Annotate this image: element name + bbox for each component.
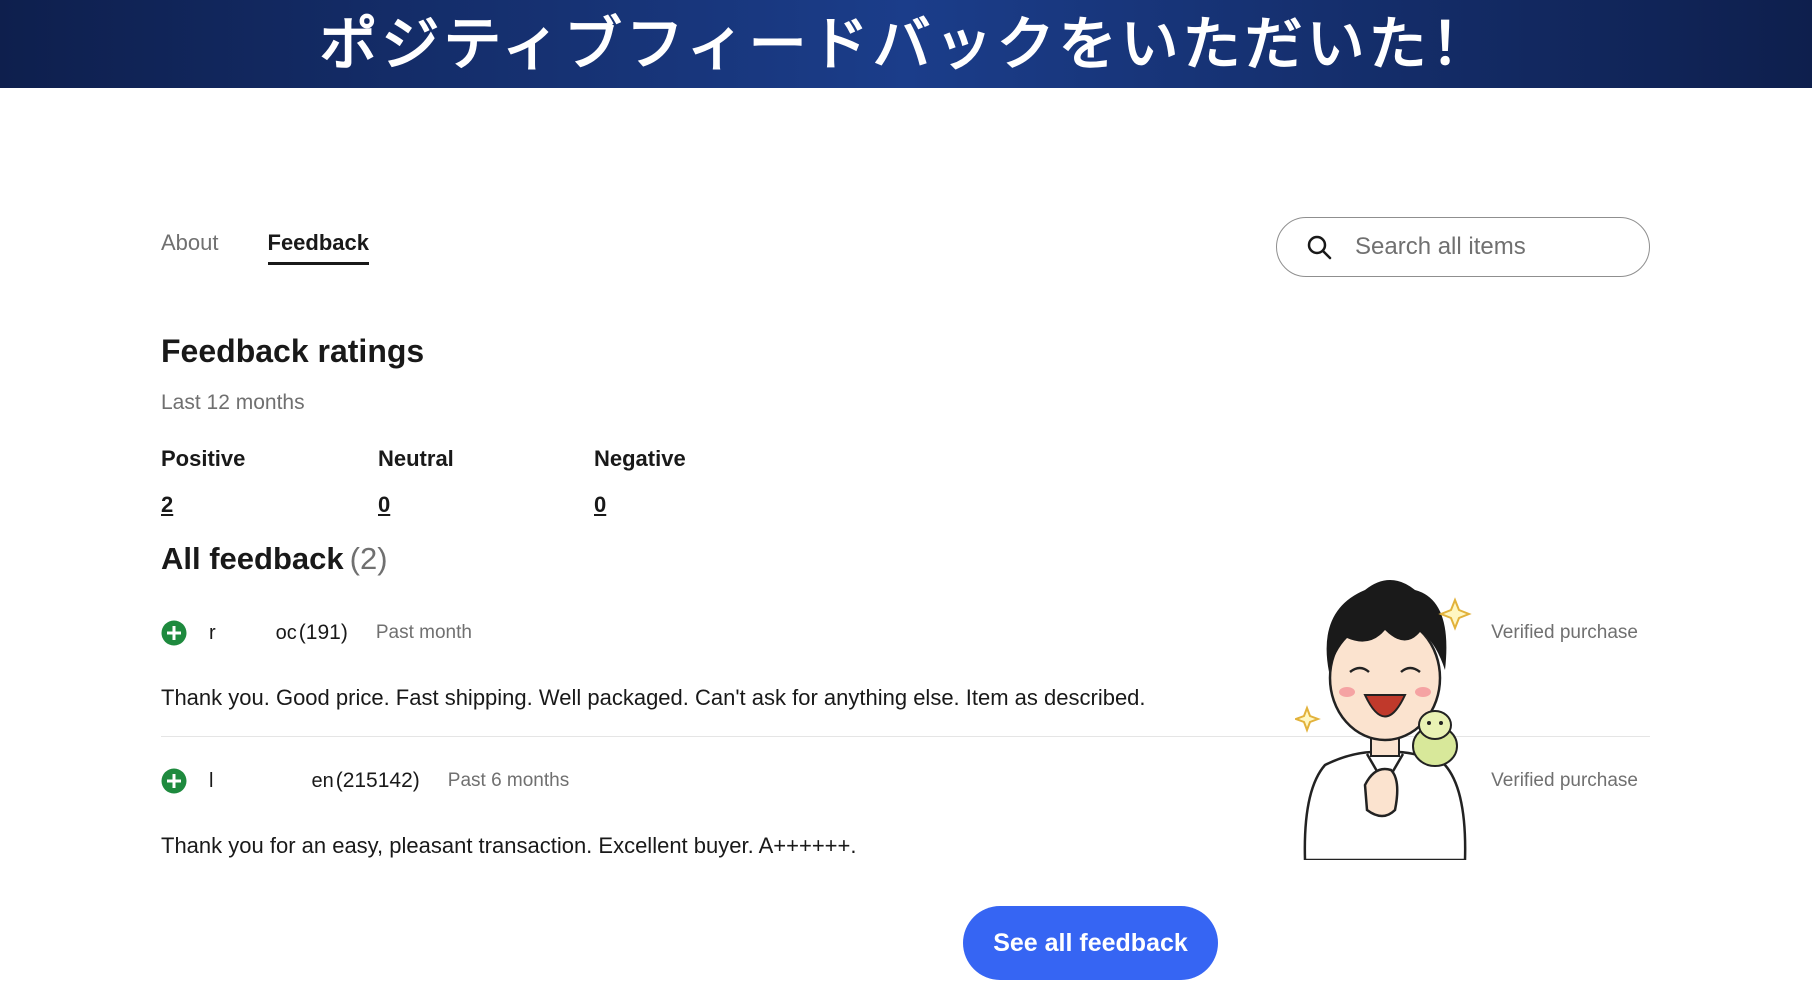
neutral-count-link[interactable]: 0 <box>378 492 390 518</box>
positive-plus-icon <box>161 768 187 794</box>
verified-purchase: Verified purchase <box>1491 622 1638 643</box>
verified-purchase: Verified purchase <box>1491 770 1638 791</box>
feedback-user-prefix[interactable]: r <box>209 622 216 645</box>
header-banner: ポジティブフィードバックをいただいた！ <box>0 0 1812 88</box>
feedback-time: Past 6 months <box>447 770 570 791</box>
neutral-label: Neutral <box>378 446 454 471</box>
positive-count-link[interactable]: 2 <box>161 492 173 518</box>
feedback-ratings-title: Feedback ratings <box>161 333 425 369</box>
rating-neutral: Neutral 0 <box>378 446 454 518</box>
feedback-user-suffix[interactable]: oc <box>276 622 297 645</box>
search-input[interactable] <box>1355 233 1625 261</box>
profile-tabs: About Feedback <box>161 230 369 265</box>
ratings-period: Last 12 months <box>161 391 305 414</box>
all-feedback-title: All feedback (2) <box>161 541 388 577</box>
positive-plus-icon <box>161 620 187 646</box>
positive-label: Positive <box>161 446 246 471</box>
all-feedback-label: All feedback <box>161 541 344 576</box>
banner-title: ポジティブフィードバックをいただいた！ <box>319 10 1493 78</box>
rating-positive: Positive 2 <box>161 446 245 518</box>
see-all-feedback-button[interactable]: See all feedback <box>963 906 1218 980</box>
all-feedback-count: (2) <box>349 541 388 576</box>
happy-character-illustration <box>1295 580 1472 860</box>
tab-feedback[interactable]: Feedback <box>267 230 369 265</box>
rating-negative: Negative 0 <box>594 446 686 518</box>
search-icon <box>1307 235 1332 260</box>
search-box[interactable] <box>1276 217 1650 277</box>
tab-about[interactable]: About <box>161 230 219 265</box>
feedback-user-suffix[interactable]: en <box>311 770 333 793</box>
feedback-user-prefix[interactable]: l <box>209 770 213 793</box>
feedback-user-score: (215142) <box>335 769 420 792</box>
feedback-time: Past month <box>375 622 472 643</box>
negative-label: Negative <box>594 446 686 471</box>
negative-count-link[interactable]: 0 <box>594 492 606 518</box>
feedback-user-score: (191) <box>298 621 348 644</box>
